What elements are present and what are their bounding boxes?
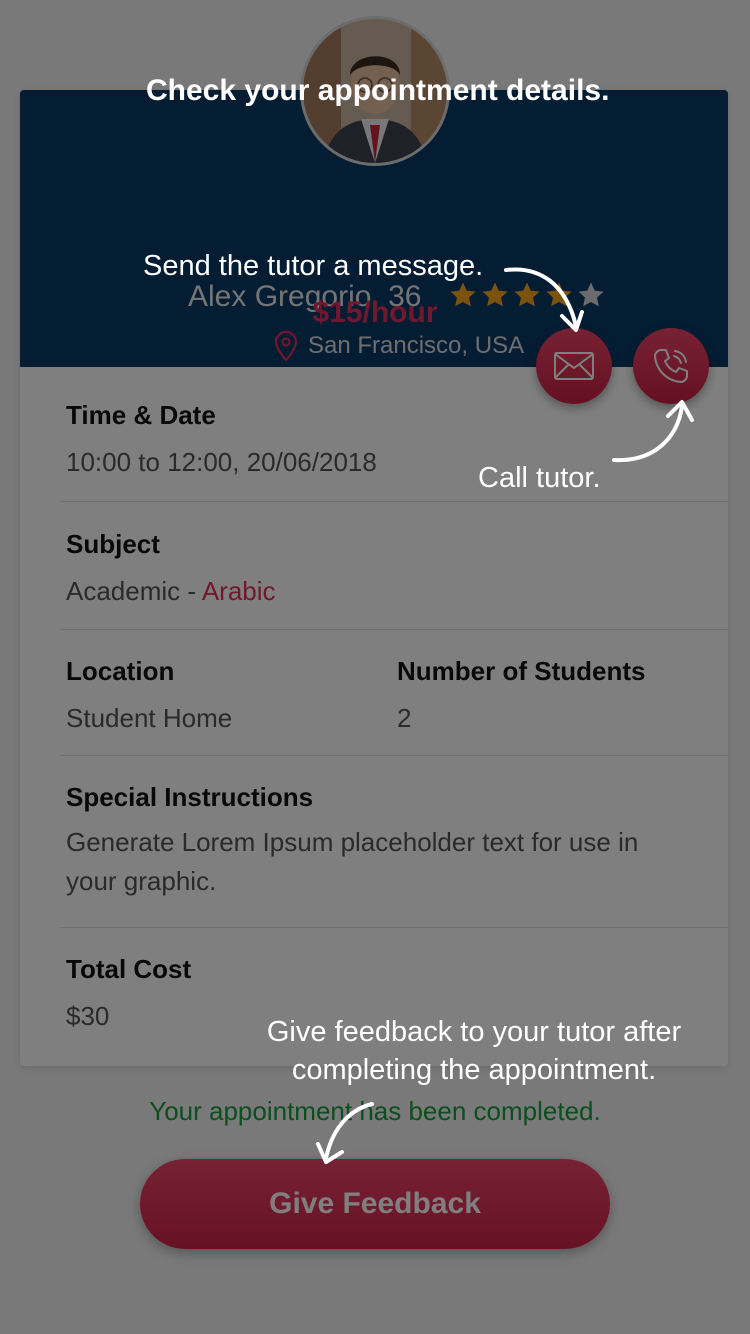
arrow-to-call-icon	[612, 400, 694, 463]
arrow-to-feedback-icon	[316, 1102, 374, 1164]
hint-feedback-line-1: Give feedback to your tutor after	[266, 1016, 682, 1048]
arrow-to-message-icon	[504, 267, 584, 332]
hint-check-details: Check your appointment details.	[146, 74, 610, 107]
hint-call-tutor: Call tutor.	[478, 462, 601, 494]
hint-send-message: Send the tutor a message.	[143, 250, 484, 282]
hint-feedback-line-2: completing the appointment.	[291, 1054, 657, 1086]
